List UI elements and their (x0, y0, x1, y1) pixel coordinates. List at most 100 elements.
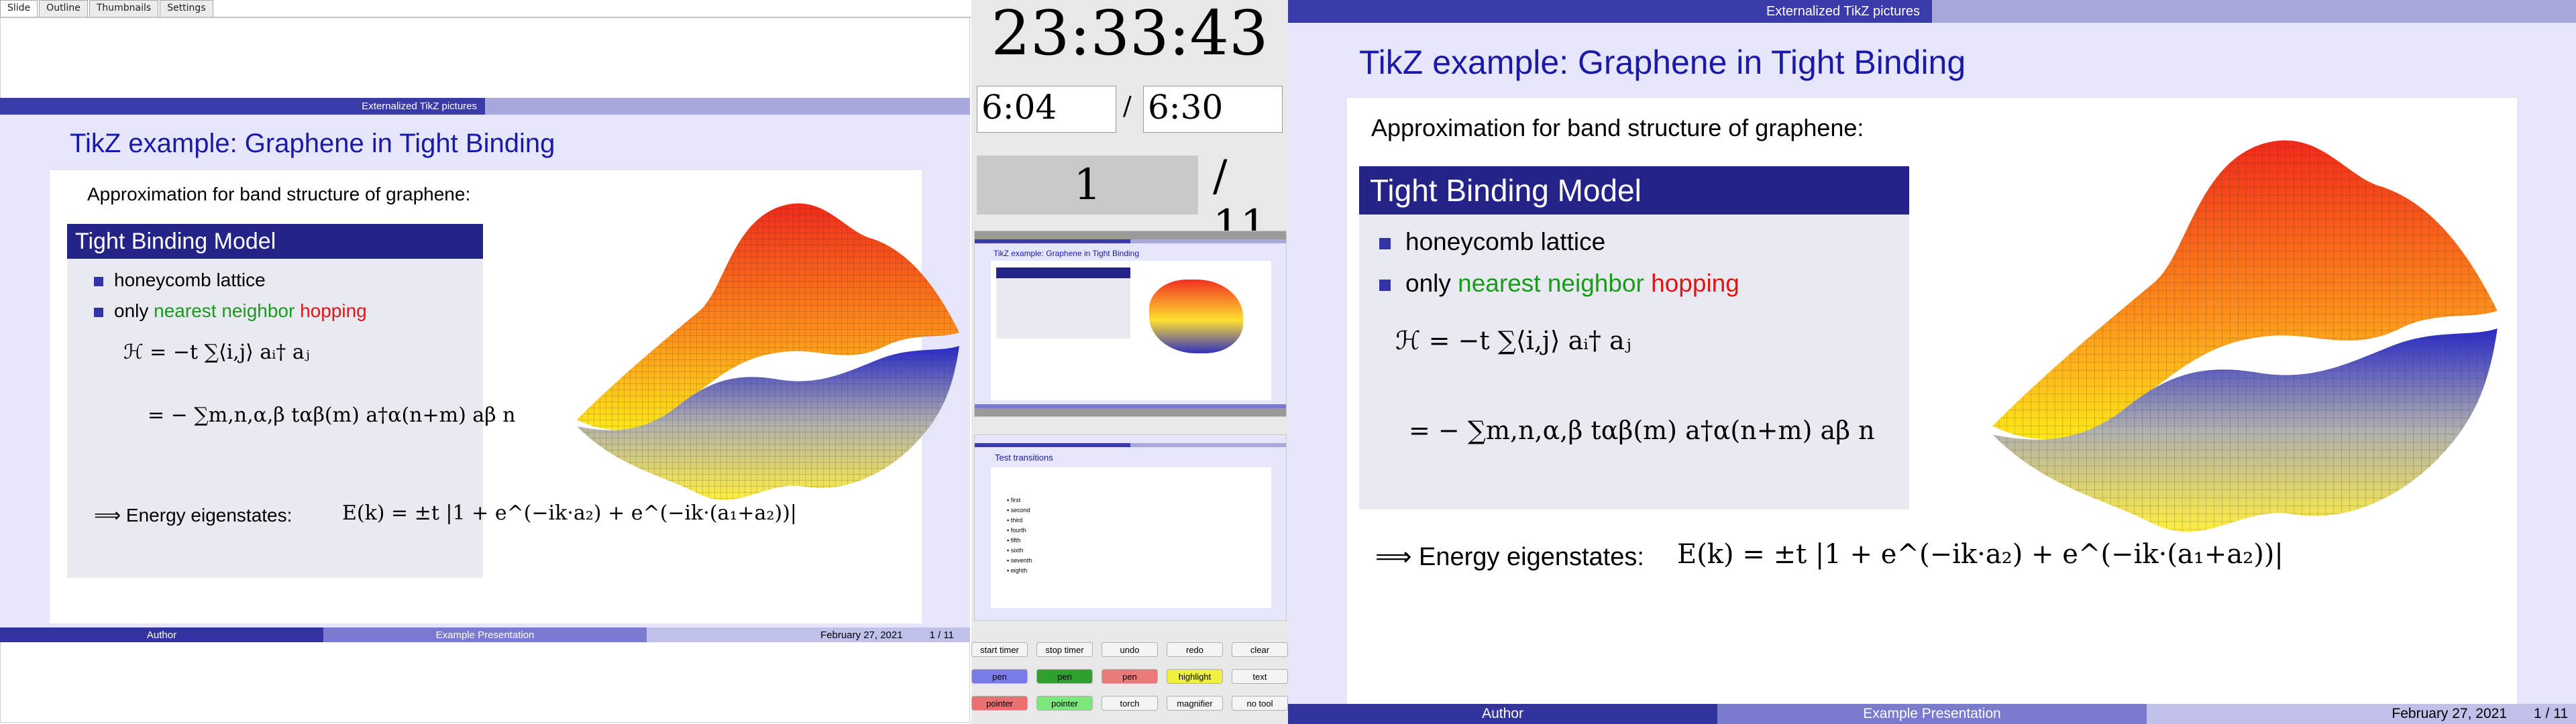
intro-text: Approximation for band structure of grap… (1371, 114, 1864, 141)
next-header-dark (975, 443, 1130, 447)
preview-slide[interactable]: Externalized TikZ pictures TikZ example:… (0, 98, 970, 642)
footer-title: Example Presentation (323, 627, 647, 642)
main-presentation-slide[interactable]: Externalized TikZ pictures TikZ example:… (1288, 0, 2576, 724)
thumb-block (996, 278, 1130, 339)
torch-button[interactable]: torch (1102, 696, 1158, 711)
thumb-header-dark (975, 239, 1130, 243)
full-slide: Externalized TikZ pictures TikZ example:… (1288, 0, 2576, 724)
intro-text: Approximation for band structure of grap… (87, 184, 471, 204)
text-button[interactable]: text (1232, 669, 1288, 684)
bullet-text: honeycomb lattice (1405, 228, 1606, 255)
view-tabs: Slide Outline Thumbnails Settings (0, 0, 971, 17)
slide-footer: Author Example Presentation February 27,… (0, 627, 970, 642)
next-item-label: fifth (1010, 537, 1021, 544)
footer-title: Example Presentation (1717, 704, 2147, 724)
thumb-slide: TikZ example: Graphene in Tight Binding (975, 239, 1286, 408)
next-slide-thumbnail[interactable]: Test transitions ▪ first ▪ second ▪ thir… (974, 434, 1287, 621)
preview-pane: Slide Outline Thumbnails Settings Extern… (0, 0, 971, 724)
redo-button[interactable]: redo (1167, 642, 1223, 657)
bullet-hopping: only nearest neighbor hopping (1379, 269, 1739, 298)
bullet-marker (94, 307, 103, 317)
start-timer-button[interactable]: start timer (971, 642, 1028, 657)
pointer-green-button[interactable]: pointer (1036, 696, 1093, 711)
block-title: Tight Binding Model (1359, 166, 1909, 215)
clear-button[interactable]: clear (1232, 642, 1288, 657)
presenter-controls: 23:33:43 6:04 / 6:30 1 / 11 TikZ example… (971, 0, 1288, 724)
next-slide-title: Test transitions (995, 452, 1053, 463)
magnifier-button[interactable]: magnifier (1167, 696, 1223, 711)
current-slide-thumbnail[interactable]: TikZ example: Graphene in Tight Binding (974, 231, 1287, 417)
band-structure-plot (577, 203, 959, 500)
pen-red-button[interactable]: pen (1102, 669, 1158, 684)
next-frame: ▪ first ▪ second ▪ third ▪ fourth ▪ fift… (991, 467, 1271, 608)
thumb-footer (975, 404, 1286, 408)
undo-button[interactable]: undo (1102, 642, 1158, 657)
next-item: ▪ sixth (1007, 547, 1024, 554)
next-item-label: first (1010, 497, 1021, 503)
bullet-honeycomb: honeycomb lattice (1379, 228, 1605, 256)
bullet-text-c: hopping (1651, 269, 1739, 297)
bullet-honeycomb: honeycomb lattice (94, 269, 266, 291)
footer-date: February 27, 2021 (820, 629, 903, 641)
draw-tool-buttons: pen pen pen highlight text (971, 669, 1288, 684)
bullet-text-c: hopping (300, 300, 367, 321)
tab-slide[interactable]: Slide (0, 0, 38, 17)
next-slide-list: ▪ first ▪ second ▪ third ▪ fourth ▪ fift… (1007, 495, 1032, 576)
pen-blue-button[interactable]: pen (971, 669, 1028, 684)
footer-page: 1 / 11 (2534, 706, 2568, 721)
tab-outline[interactable]: Outline (39, 0, 88, 17)
thumb-plot (1149, 280, 1243, 353)
next-item-label: eighth (1010, 567, 1028, 574)
time-separator: / (1123, 91, 1132, 121)
hamiltonian-expansion: = − ∑m,n,α,β tαβ(m) a†α(n+m) aβ n (1409, 416, 1875, 445)
section-header: Externalized TikZ pictures (1288, 0, 2576, 23)
footer-page: 1 / 11 (929, 629, 954, 641)
next-item: ▪ seventh (1007, 557, 1032, 564)
slide-footer: Author Example Presentation February 27,… (1288, 704, 2576, 724)
tab-thumbnails[interactable]: Thumbnails (89, 0, 159, 17)
energy-label: ⟹ Energy eigenstates: (1375, 543, 1644, 571)
section-header: Externalized TikZ pictures (0, 98, 970, 115)
bullet-text-b: nearest neighbor (154, 300, 295, 321)
bullet-text: honeycomb lattice (114, 269, 266, 290)
next-item: ▪ first (1007, 497, 1021, 503)
slide-title: TikZ example: Graphene in Tight Binding (70, 129, 555, 158)
bullet-hopping: only nearest neighbor hopping (94, 300, 367, 322)
bullet-marker (1379, 279, 1391, 291)
stop-timer-button[interactable]: stop timer (1036, 642, 1093, 657)
next-item: ▪ third (1007, 517, 1023, 524)
next-item-label: fourth (1010, 527, 1026, 534)
clock: 23:33:43 (991, 0, 1269, 69)
bullet-marker (1379, 237, 1391, 249)
next-item-label: sixth (1010, 547, 1024, 554)
elapsed-time-field[interactable]: 6:04 (977, 86, 1116, 133)
thumb-block-title (996, 267, 1130, 278)
slide-title: TikZ example: Graphene in Tight Binding (1359, 44, 1966, 81)
footer-author: Author (0, 627, 323, 642)
bullet-marker (94, 276, 103, 286)
pen-green-button[interactable]: pen (1036, 669, 1093, 684)
thumb-title: TikZ example: Graphene in Tight Binding (994, 249, 1140, 258)
hamiltonian-equation: ℋ = −t ∑⟨i,j⟩ aᵢ† aⱼ (123, 341, 310, 364)
section-label: Externalized TikZ pictures (1288, 0, 1932, 23)
band-structure-plot (1992, 140, 2498, 532)
pointer-tool-buttons: pointer pointer torch magnifier no tool (971, 696, 1288, 711)
bullet-text-a: only (1405, 269, 1458, 297)
footer-date-page: February 27, 2021 1 / 11 (647, 627, 970, 642)
block-title: Tight Binding Model (67, 224, 483, 259)
next-item: ▪ second (1007, 507, 1030, 514)
hamiltonian-expansion: = − ∑m,n,α,β tαβ(m) a†α(n+m) aβ n (148, 404, 516, 427)
timer-buttons: start timer stop timer undo redo clear (971, 642, 1288, 657)
highlight-button[interactable]: highlight (1167, 669, 1223, 684)
footer-author: Author (1288, 704, 1717, 724)
next-item: ▪ fifth (1007, 537, 1021, 544)
no-tool-button[interactable]: no tool (1232, 696, 1288, 711)
section-label: Externalized TikZ pictures (0, 98, 485, 115)
pointer-red-button[interactable]: pointer (971, 696, 1028, 711)
current-page-field[interactable]: 1 (977, 156, 1198, 215)
total-time-field[interactable]: 6:30 (1143, 86, 1283, 133)
bullet-text-a: only (114, 300, 154, 321)
tab-settings[interactable]: Settings (160, 0, 213, 17)
next-item-label: seventh (1010, 557, 1032, 564)
next-item-label: second (1010, 507, 1030, 514)
